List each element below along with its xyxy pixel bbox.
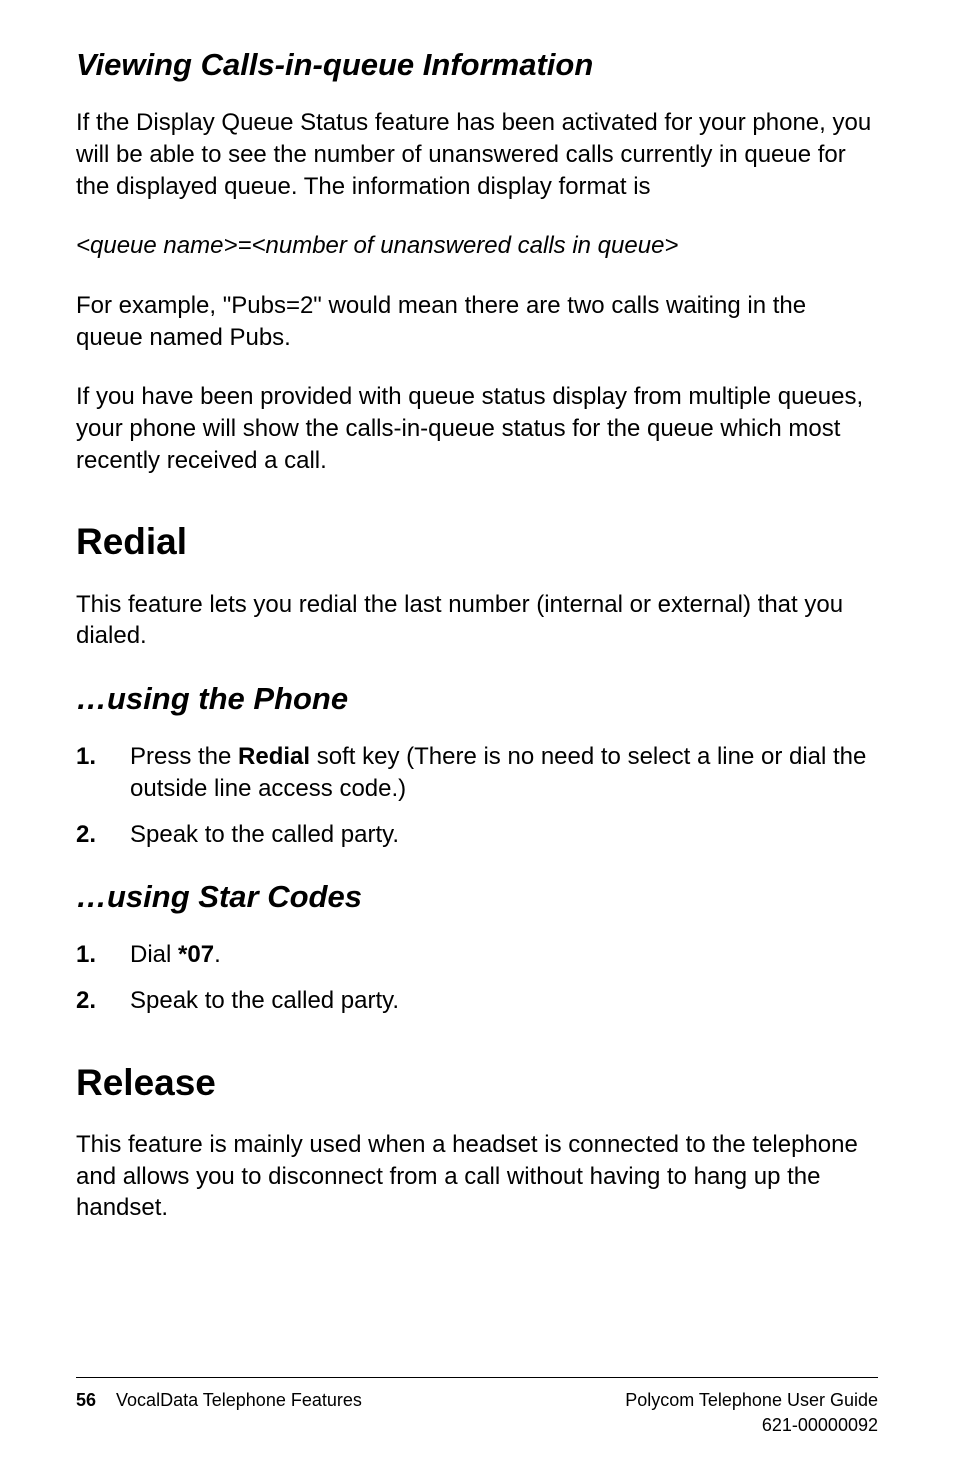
list-text: Dial *07. bbox=[130, 939, 878, 971]
subsection-heading-using-star-codes: …using Star Codes bbox=[76, 878, 878, 915]
body-paragraph: If you have been provided with queue sta… bbox=[76, 381, 878, 476]
footer-rule bbox=[76, 1377, 878, 1378]
body-paragraph: For example, "Pubs=2" would mean there a… bbox=[76, 290, 878, 353]
page-content: Viewing Calls-in-queue Information If th… bbox=[76, 46, 878, 1224]
body-paragraph: This feature is mainly used when a heads… bbox=[76, 1129, 878, 1224]
footer-row: 56 VocalData Telephone Features Polycom … bbox=[76, 1388, 878, 1437]
ordered-list: 1. Press the Redial soft key (There is n… bbox=[76, 741, 878, 850]
list-number: 2. bbox=[76, 819, 130, 851]
list-text: Speak to the called party. bbox=[130, 985, 878, 1017]
footer-right: Polycom Telephone User Guide 621-0000009… bbox=[625, 1388, 878, 1437]
list-item: 2. Speak to the called party. bbox=[76, 985, 878, 1017]
body-paragraph: If the Display Queue Status feature has … bbox=[76, 107, 878, 202]
footer-right-line1: Polycom Telephone User Guide bbox=[625, 1388, 878, 1412]
list-number: 2. bbox=[76, 985, 130, 1017]
page-footer: 56 VocalData Telephone Features Polycom … bbox=[76, 1377, 878, 1437]
footer-left: 56 VocalData Telephone Features bbox=[76, 1388, 362, 1437]
list-item: 1. Press the Redial soft key (There is n… bbox=[76, 741, 878, 804]
subsection-heading-using-phone: …using the Phone bbox=[76, 680, 878, 717]
section-heading-release: Release bbox=[76, 1061, 878, 1105]
list-number: 1. bbox=[76, 741, 130, 804]
section-heading-redial: Redial bbox=[76, 520, 878, 564]
body-paragraph: This feature lets you redial the last nu… bbox=[76, 589, 878, 652]
footer-left-text: VocalData Telephone Features bbox=[116, 1388, 362, 1412]
list-text: Speak to the called party. bbox=[130, 819, 878, 851]
list-number: 1. bbox=[76, 939, 130, 971]
page-number: 56 bbox=[76, 1388, 96, 1412]
footer-right-line2: 621-00000092 bbox=[625, 1413, 878, 1437]
list-item: 2. Speak to the called party. bbox=[76, 819, 878, 851]
format-example-line: <queue name>=<number of unanswered calls… bbox=[76, 230, 878, 262]
list-item: 1. Dial *07. bbox=[76, 939, 878, 971]
ordered-list: 1. Dial *07. 2. Speak to the called part… bbox=[76, 939, 878, 1016]
list-text: Press the Redial soft key (There is no n… bbox=[130, 741, 878, 804]
section-heading-viewing-queue: Viewing Calls-in-queue Information bbox=[76, 46, 878, 83]
